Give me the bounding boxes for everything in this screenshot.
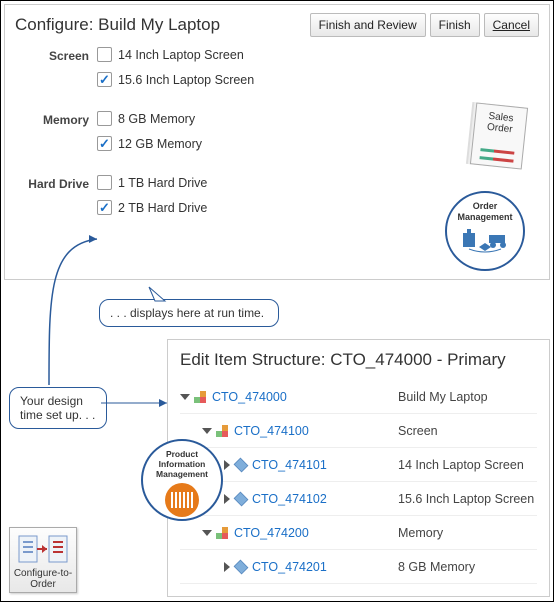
- item-code-link[interactable]: CTO_474200: [234, 526, 309, 540]
- item-cube-icon: [234, 491, 249, 506]
- chevron-right-icon[interactable]: [224, 494, 230, 504]
- option-item-label: 1 TB Hard Drive: [118, 176, 207, 190]
- callout-design-text: Your design time set up. . .: [20, 394, 95, 422]
- item-code-link[interactable]: CTO_474201: [252, 560, 327, 574]
- tree-row: CTO_474100 Screen: [180, 414, 537, 448]
- item-description: 14 Inch Laptop Screen: [398, 458, 524, 472]
- configure-header: Configure: Build My Laptop Finish and Re…: [15, 13, 539, 37]
- configure-to-order-label: Configure-to-Order: [12, 568, 74, 590]
- pim-label: Product Information Management: [143, 449, 221, 479]
- item-code-link[interactable]: CTO_474102: [252, 492, 327, 506]
- item-description: 8 GB Memory: [398, 560, 475, 574]
- item-description: Screen: [398, 424, 438, 438]
- option-checkbox[interactable]: [97, 200, 112, 215]
- chevron-down-icon[interactable]: [202, 428, 212, 434]
- tree-row: CTO_474102 15.6 Inch Laptop Screen: [180, 482, 537, 516]
- option-item-label: 12 GB Memory: [118, 137, 202, 151]
- option-item-label: 8 GB Memory: [118, 112, 195, 126]
- option-item: 1 TB Hard Drive: [97, 175, 539, 190]
- option-checkbox[interactable]: [97, 111, 112, 126]
- configure-panel: Configure: Build My Laptop Finish and Re…: [4, 4, 550, 280]
- option-checkbox[interactable]: [97, 136, 112, 151]
- tree-row: CTO_474101 14 Inch Laptop Screen: [180, 448, 537, 482]
- option-item: 15.6 Inch Laptop Screen: [97, 72, 539, 87]
- component-group-icon: [216, 527, 230, 539]
- tree-node: CTO_474000: [180, 390, 380, 404]
- sales-order-label: Sales Order: [486, 111, 513, 136]
- tree-row: CTO_474200 Memory: [180, 516, 537, 550]
- option-group-label: Hard Drive: [15, 175, 97, 225]
- tree-row: CTO_474000 Build My Laptop: [180, 380, 537, 414]
- callout-runtime: . . . displays here at run time.: [99, 299, 279, 327]
- edit-item-structure-panel: Edit Item Structure: CTO_474000 - Primar…: [167, 339, 550, 597]
- option-item-label: 2 TB Hard Drive: [118, 201, 207, 215]
- tree-row: CTO_474201 8 GB Memory: [180, 550, 537, 584]
- tree-node: CTO_474100: [180, 424, 380, 438]
- option-item: 14 Inch Laptop Screen: [97, 47, 539, 62]
- option-item-label: 14 Inch Laptop Screen: [118, 48, 244, 62]
- item-code-link[interactable]: CTO_474101: [252, 458, 327, 472]
- item-cube-icon: [234, 457, 249, 472]
- configure-to-order-badge: Configure-to-Order: [9, 527, 77, 593]
- configure-to-order-icon: [17, 532, 69, 566]
- callout-runtime-text: . . . displays here at run time.: [110, 306, 264, 320]
- callout-design-tail-icon: [101, 395, 171, 415]
- finish-review-button[interactable]: Finish and Review: [310, 13, 426, 37]
- item-code-link[interactable]: CTO_474000: [212, 390, 287, 404]
- item-cube-icon: [234, 559, 249, 574]
- tree-node: CTO_474201: [180, 560, 380, 574]
- item-description: 15.6 Inch Laptop Screen: [398, 492, 534, 506]
- header-buttons: Finish and Review Finish Cancel: [310, 13, 539, 37]
- option-group: Memory 8 GB Memory 12 GB Memory: [15, 111, 539, 161]
- tree-node: CTO_474200: [180, 526, 380, 540]
- order-management-label: Order Management: [447, 201, 523, 223]
- item-code-link[interactable]: CTO_474100: [234, 424, 309, 438]
- order-management-badge: Order Management: [445, 191, 525, 271]
- callout-design: Your design time set up. . .: [9, 387, 107, 429]
- product-information-management-badge: Product Information Management: [141, 439, 223, 521]
- option-item-label: 15.6 Inch Laptop Screen: [118, 73, 254, 87]
- component-group-icon: [194, 391, 208, 403]
- chevron-down-icon[interactable]: [180, 394, 190, 400]
- chevron-down-icon[interactable]: [202, 530, 212, 536]
- barcode-icon: [165, 483, 199, 517]
- chevron-right-icon[interactable]: [224, 562, 230, 572]
- option-group-label: Screen: [15, 47, 97, 97]
- option-checkbox[interactable]: [97, 175, 112, 190]
- chevron-right-icon[interactable]: [224, 460, 230, 470]
- option-group: Screen 14 Inch Laptop Screen 15.6 Inch Lap…: [15, 47, 539, 97]
- option-checkbox[interactable]: [97, 72, 112, 87]
- option-items: 14 Inch Laptop Screen 15.6 Inch Laptop Sc…: [97, 47, 539, 97]
- finish-button[interactable]: Finish: [430, 13, 480, 37]
- cancel-button[interactable]: Cancel: [484, 13, 539, 37]
- sales-order-illustration: Sales Order: [473, 105, 529, 175]
- edit-item-structure-title: Edit Item Structure: CTO_474000 - Primar…: [180, 350, 537, 370]
- sales-order-doc-icon: Sales Order: [470, 102, 528, 169]
- configure-title: Configure: Build My Laptop: [15, 15, 220, 35]
- item-description: Memory: [398, 526, 443, 540]
- option-group-label: Memory: [15, 111, 97, 161]
- option-checkbox[interactable]: [97, 47, 112, 62]
- component-group-icon: [216, 425, 230, 437]
- supply-chain-icon: [459, 225, 511, 255]
- item-description: Build My Laptop: [398, 390, 488, 404]
